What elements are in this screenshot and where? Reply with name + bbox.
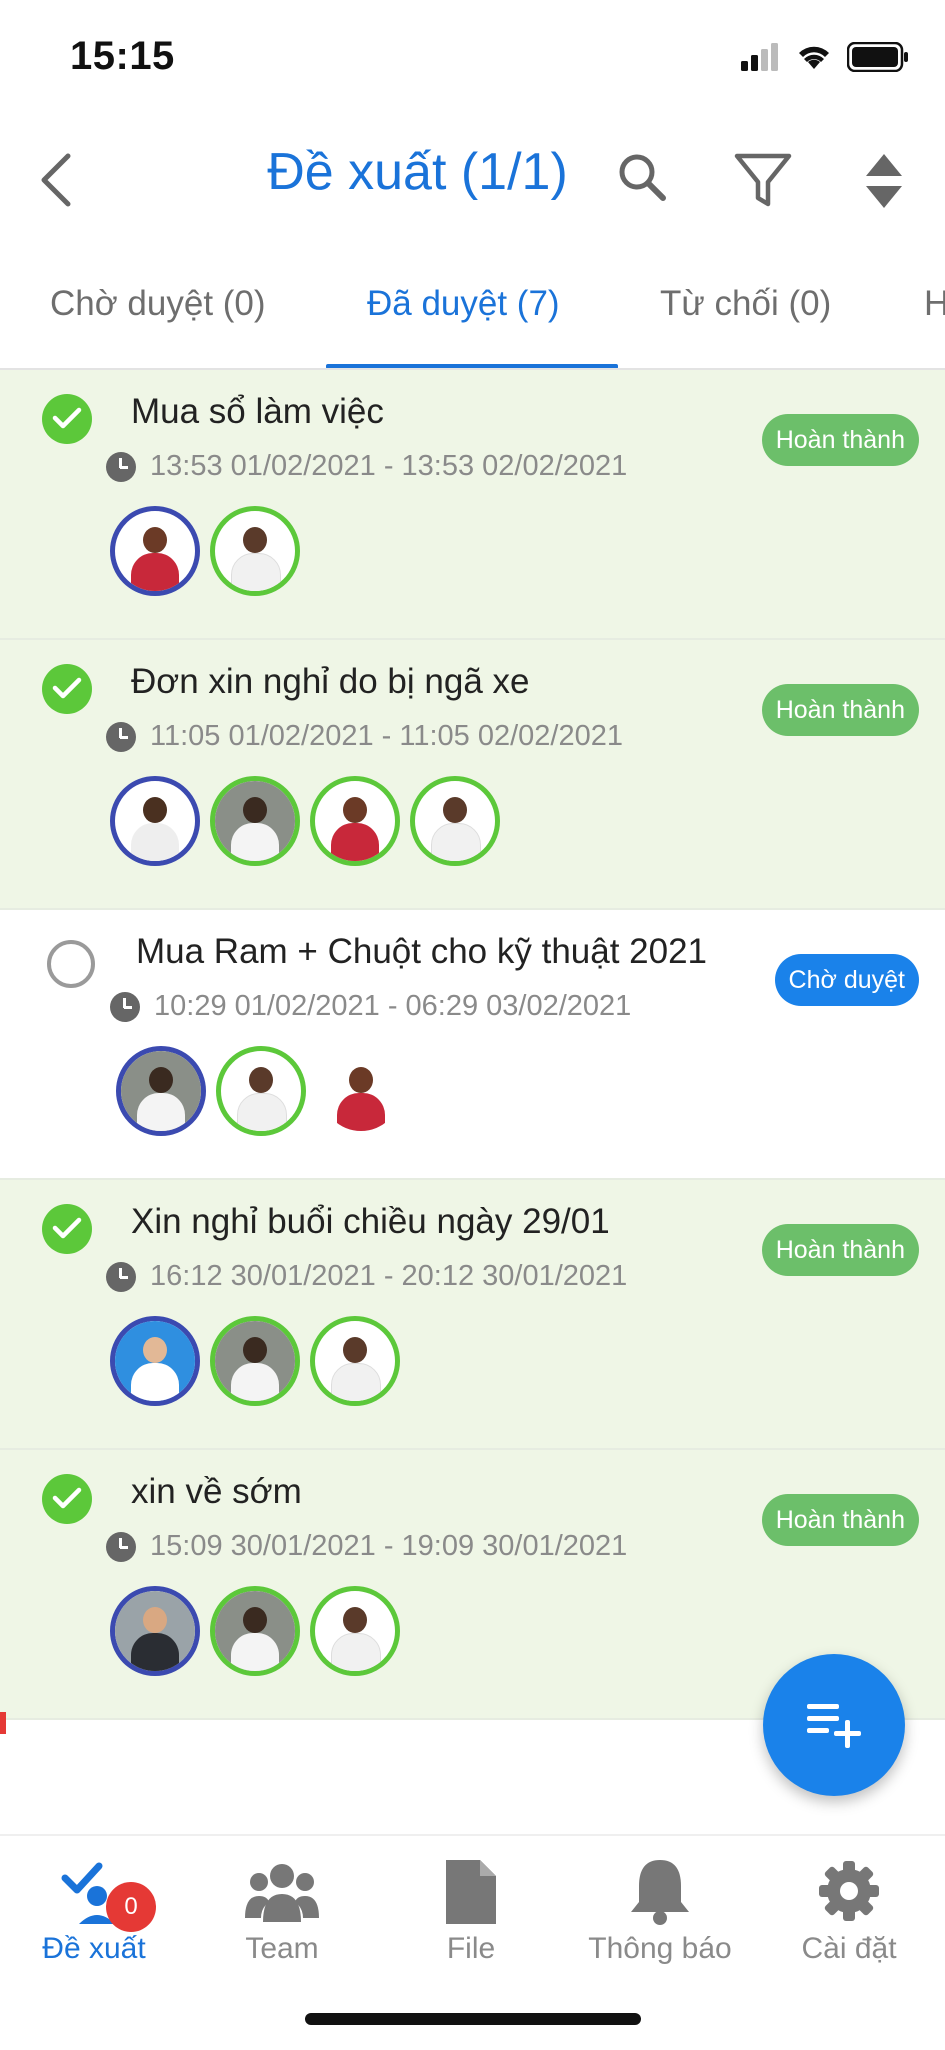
avatar	[410, 776, 500, 866]
tab-tu-choi[interactable]: Từ chối (0)	[660, 284, 831, 324]
avatar	[110, 776, 200, 866]
status-badge: Hoàn thành	[761, 1494, 919, 1546]
avatar	[110, 1586, 200, 1676]
nav-label: Đề xuất	[42, 1932, 146, 1965]
filter-icon	[734, 153, 792, 207]
proposal-time: 13:53 01/02/2021 - 13:53 02/02/2021	[150, 450, 628, 482]
avatar	[210, 1586, 300, 1676]
bell-icon	[623, 1856, 697, 1926]
signal-icon	[741, 43, 778, 71]
status-badge: Hoàn thành	[761, 684, 919, 736]
proposal-title: Mua sổ làm việc	[131, 392, 384, 431]
nav-label: Team	[245, 1932, 319, 1965]
nav-de-xuat[interactable]: 0 Đề xuất	[14, 1856, 174, 1966]
proposal-title: xin về sớm	[131, 1472, 302, 1511]
avatar	[316, 1046, 406, 1136]
status-badge: Hoàn thành	[761, 414, 919, 466]
avatar	[210, 1316, 300, 1406]
approver-avatars	[110, 1316, 400, 1406]
status-time: 15:15	[70, 34, 175, 78]
sort-button[interactable]	[862, 150, 906, 212]
proposal-title: Mua Ram + Chuột cho kỹ thuật 2021	[136, 932, 708, 971]
nav-thong-bao[interactable]: Thông báo	[580, 1856, 740, 1966]
approved-check-icon	[42, 664, 92, 714]
status-badge: Chờ duyệt	[774, 954, 919, 1006]
search-icon	[619, 154, 666, 201]
proposal-item[interactable]: Mua sổ làm việc 13:53 01/02/2021 - 13:53…	[0, 370, 945, 640]
avatar	[216, 1046, 306, 1136]
tab-more[interactable]: H	[924, 284, 945, 324]
nav-label: Cài đặt	[801, 1932, 897, 1965]
nav-label: File	[446, 1932, 496, 1965]
proposal-time: 11:05 01/02/2021 - 11:05 02/02/2021	[150, 720, 624, 752]
clock-icon	[110, 992, 140, 1022]
avatar	[116, 1046, 206, 1136]
proposal-item[interactable]: Xin nghỉ buổi chiều ngày 29/01 16:12 30/…	[0, 1180, 945, 1450]
page-title-text: Đề xuất (1/1)	[267, 143, 568, 201]
clock-icon	[106, 1532, 136, 1562]
approved-check-icon	[42, 1204, 92, 1254]
clock-icon	[106, 452, 136, 482]
avatar	[310, 776, 400, 866]
proposal-item[interactable]: Đơn xin nghỉ do bị ngã xe 11:05 01/02/20…	[0, 640, 945, 910]
scroll-marker	[0, 1712, 6, 1734]
status-icons	[741, 42, 909, 72]
playlist-add-icon	[807, 1704, 861, 1748]
gear-icon	[812, 1856, 886, 1926]
tab-da-duyet[interactable]: Đã duyệt (7)	[367, 284, 560, 324]
proposal-list: Mua sổ làm việc 13:53 01/02/2021 - 13:53…	[0, 370, 945, 1720]
notification-badge: 0	[106, 1882, 156, 1932]
avatar	[110, 506, 200, 596]
proposal-title: Đơn xin nghỉ do bị ngã xe	[131, 662, 530, 701]
proposal-title: Xin nghỉ buổi chiều ngày 29/01	[131, 1202, 610, 1241]
approver-avatars	[116, 1046, 406, 1136]
approver-avatars	[110, 776, 500, 866]
clock-icon	[106, 722, 136, 752]
add-proposal-button[interactable]	[763, 1654, 905, 1796]
proposal-item[interactable]: Mua Ram + Chuột cho kỹ thuật 2021 10:29 …	[0, 910, 945, 1180]
approver-avatars	[110, 1586, 400, 1676]
tab-bar: Chờ duyệt (0) Đã duyệt (7) Từ chối (0) H	[0, 262, 945, 370]
avatar	[110, 1316, 200, 1406]
active-tab-indicator	[326, 364, 618, 368]
search-button[interactable]	[615, 150, 671, 206]
avatar	[210, 776, 300, 866]
file-icon	[434, 1856, 508, 1926]
proposal-time: 15:09 30/01/2021 - 19:09 30/01/2021	[150, 1530, 628, 1562]
home-indicator	[305, 2013, 641, 2025]
status-badge: Hoàn thành	[761, 1224, 919, 1276]
filter-button[interactable]	[732, 150, 794, 212]
proposal-time: 10:29 01/02/2021 - 06:29 03/02/2021	[154, 990, 632, 1022]
approved-check-icon	[42, 1474, 92, 1524]
team-icon	[245, 1856, 319, 1926]
nav-cai-dat[interactable]: Cài đặt	[769, 1856, 929, 1966]
pending-circle-icon	[47, 940, 95, 988]
tab-cho-duyet[interactable]: Chờ duyệt (0)	[50, 284, 266, 324]
avatar	[310, 1586, 400, 1676]
avatar	[310, 1316, 400, 1406]
approver-avatars	[110, 506, 300, 596]
nav-file[interactable]: File	[391, 1856, 551, 1966]
approved-check-icon	[42, 394, 92, 444]
proposal-time: 16:12 30/01/2021 - 20:12 30/01/2021	[150, 1260, 628, 1292]
avatar	[210, 506, 300, 596]
page-title: Đề xuất (1/1)	[0, 142, 945, 202]
wifi-icon	[799, 46, 829, 69]
nav-team[interactable]: Team	[202, 1856, 362, 1966]
nav-label: Thông báo	[588, 1932, 732, 1965]
sort-icon	[866, 154, 902, 208]
clock-icon	[106, 1262, 136, 1292]
battery-icon	[847, 42, 908, 72]
